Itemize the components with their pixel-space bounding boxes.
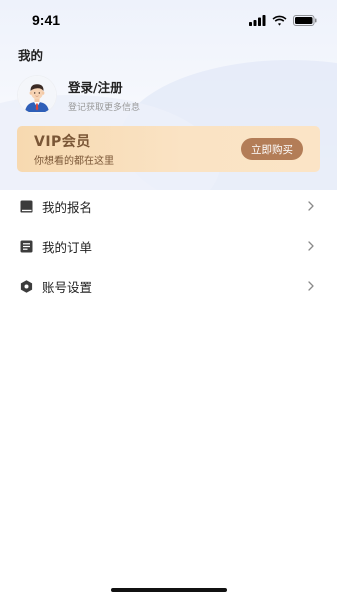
signal-icon — [249, 14, 266, 26]
login-register-link[interactable]: 登录/注册 — [68, 77, 140, 96]
vip-subtitle: 你想看的都在这里 — [34, 156, 114, 167]
menu-label: 我的报名 — [42, 199, 93, 215]
status-time: 9:41 — [32, 12, 61, 28]
menu-label: 我的订单 — [42, 239, 93, 255]
avatar[interactable] — [18, 76, 56, 114]
user-info: 登录/注册 登记获取更多信息 — [68, 77, 140, 113]
status-icons — [249, 14, 317, 26]
menu-label: 账号设置 — [42, 279, 93, 295]
buy-now-button[interactable]: 立即购买 — [241, 138, 303, 160]
document-icon — [20, 240, 33, 253]
battery-icon — [293, 14, 317, 26]
book-icon — [20, 200, 33, 213]
vip-banner[interactable]: VIP会员 你想看的都在这里 立即购买 — [17, 126, 320, 172]
menu-list: 我的报名 我的订单 账号设置 — [0, 186, 337, 306]
menu-item-account-settings[interactable]: 账号设置 — [0, 266, 337, 306]
chevron-right-icon — [307, 281, 315, 291]
chevron-right-icon — [307, 201, 315, 211]
home-indicator[interactable] — [111, 588, 227, 592]
chevron-right-icon — [307, 241, 315, 251]
vip-title: VIP会员 — [34, 134, 91, 150]
status-bar: 9:41 — [0, 0, 337, 40]
menu-item-my-orders[interactable]: 我的订单 — [0, 226, 337, 266]
vip-text: VIP会员 你想看的都在这里 — [34, 131, 114, 167]
wifi-icon — [272, 15, 287, 26]
menu-item-my-registrations[interactable]: 我的报名 — [0, 186, 337, 226]
user-subtitle: 登记获取更多信息 — [68, 103, 141, 113]
settings-hexagon-icon — [20, 279, 33, 293]
page-title: 我的 — [18, 48, 44, 63]
user-login-row[interactable]: 登录/注册 登记获取更多信息 — [18, 76, 140, 114]
person-avatar-icon — [18, 76, 56, 114]
